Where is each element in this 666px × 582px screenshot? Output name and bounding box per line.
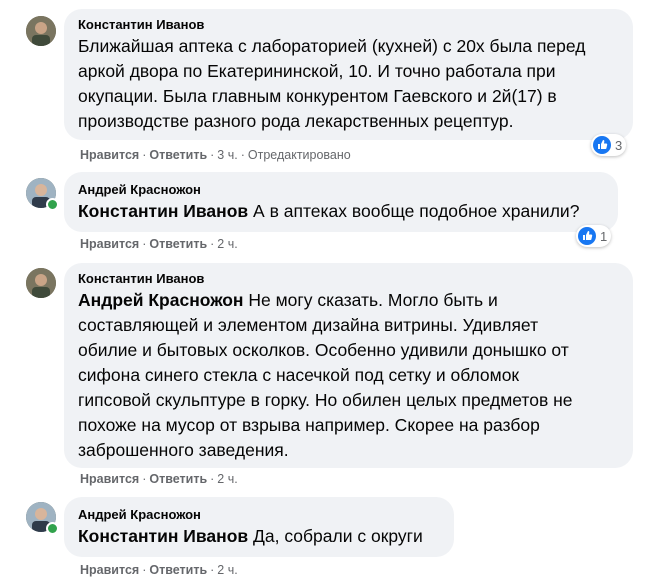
mention-link[interactable]: Константин Иванов <box>78 201 248 221</box>
comment-line: сифона синего стекла с насечкой под сетк… <box>78 365 520 385</box>
comment-text: Константин Иванов Да, собрали с округи <box>78 526 423 546</box>
online-status-dot <box>46 522 59 535</box>
avatar[interactable] <box>26 16 56 46</box>
reaction-count-label: 3 <box>615 137 623 153</box>
reaction-count[interactable]: 1 <box>576 225 612 247</box>
timestamp[interactable]: 3 ч. <box>217 148 237 162</box>
comment-line: составляющей и элементом дизайна витрины… <box>78 315 539 335</box>
comment-line: похоже на мусор от взрыва например. Скор… <box>78 415 540 435</box>
comment-bubble: Андрей Красножон Константин Иванов Да, с… <box>64 497 454 557</box>
like-button[interactable]: Нравится <box>80 237 139 251</box>
timestamp[interactable]: 2 ч. <box>217 472 237 486</box>
mention-link[interactable]: Константин Иванов <box>78 526 248 546</box>
comment-author[interactable]: Андрей Красножон <box>78 181 604 199</box>
avatar[interactable] <box>26 268 56 298</box>
reply-button[interactable]: Ответить <box>149 563 207 577</box>
comment-text: Ближайшая аптека с лабораторией (кухней)… <box>78 34 619 134</box>
comment-actions: Нравится · Ответить · 2 ч. <box>80 237 238 251</box>
like-button[interactable]: Нравится <box>80 472 139 486</box>
comment-author[interactable]: Константин Иванов <box>78 270 619 288</box>
comment-author[interactable]: Константин Иванов <box>78 16 619 34</box>
comment-actions: Нравится · Ответить · 2 ч. <box>80 472 238 486</box>
timestamp[interactable]: 2 ч. <box>217 563 237 577</box>
comment-actions: Нравится · Ответить · 2 ч. <box>80 563 238 577</box>
comment-line: Ближайшая аптека с лабораторией (кухней)… <box>78 36 586 56</box>
comment-actions: Нравится · Ответить · 3 ч. · Отредактировано <box>80 148 351 162</box>
comment-author[interactable]: Андрей Красножон <box>78 506 440 524</box>
online-status-dot <box>46 198 59 211</box>
comment-line: заброшенного заведения. <box>78 440 289 460</box>
reply-button[interactable]: Ответить <box>149 237 207 251</box>
like-button[interactable]: Нравится <box>80 563 139 577</box>
comment-bubble: Константин Иванов Андрей Красножон Не мо… <box>64 263 633 468</box>
timestamp[interactable]: 2 ч. <box>217 237 237 251</box>
comment-text: Константин Иванов А в аптеках вообще под… <box>78 201 580 221</box>
like-icon <box>593 136 611 154</box>
comment-line: гипсовой скульптуре в горку. Но обилен ц… <box>78 390 573 410</box>
edited-label: Отредактировано <box>247 148 351 162</box>
reply-button[interactable]: Ответить <box>149 148 207 162</box>
comment-line: окупации. Была главным конкурентом Гаевс… <box>78 86 557 106</box>
comment-line: обилие и бытовых осколков. Особенно удив… <box>78 340 569 360</box>
reply-button[interactable]: Ответить <box>149 472 207 486</box>
comment-line: Андрей Красножон Не могу сказать. Могло … <box>78 290 498 310</box>
comment-line: аркой двора по Екатерининской, 10. И точ… <box>78 61 556 81</box>
like-icon <box>578 227 596 245</box>
mention-link[interactable]: Андрей Красножон <box>78 290 243 310</box>
avatar-image <box>26 268 56 298</box>
comment-bubble: Константин Иванов Ближайшая аптека с лаб… <box>64 9 633 140</box>
reaction-count[interactable]: 3 <box>591 134 627 156</box>
reaction-count-label: 1 <box>600 228 608 244</box>
avatar-image <box>26 16 56 46</box>
comment-text: Андрей Красножон Не могу сказать. Могло … <box>78 288 619 463</box>
like-button[interactable]: Нравится <box>80 148 139 162</box>
comment-line: производстве разного рода лекарственных … <box>78 111 514 131</box>
comment-bubble: Андрей Красножон Константин Иванов А в а… <box>64 172 618 232</box>
